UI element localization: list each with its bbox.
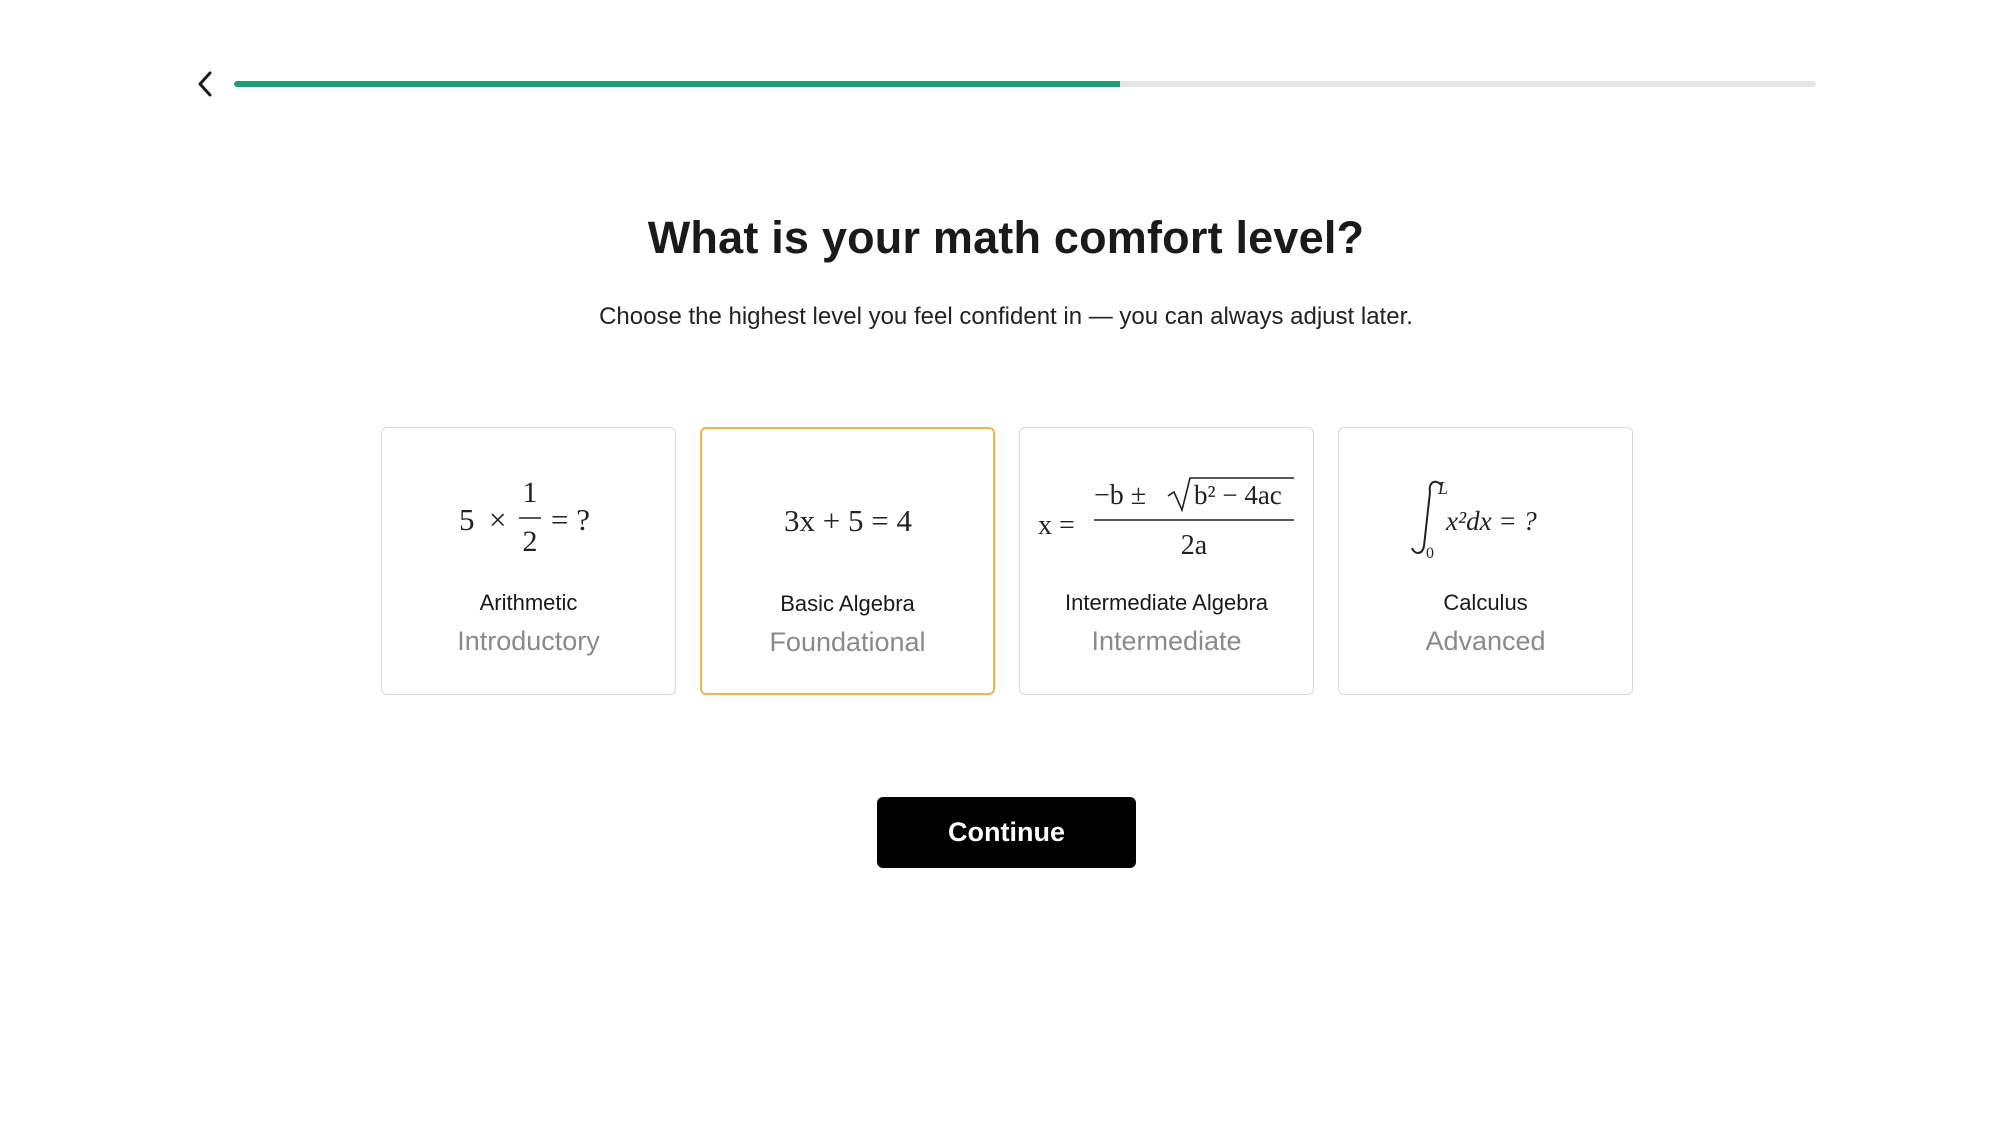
page-subtitle: Choose the highest level you feel confid…	[599, 303, 1413, 330]
formula-text: 2	[522, 525, 537, 558]
formula-text: 3x + 5 = 4	[784, 503, 912, 538]
formula-text: 1	[522, 476, 537, 509]
level-options: 5 × 1 2 = ? Arithmetic Introductory 3x +…	[381, 427, 1633, 695]
formula-text: L	[1437, 478, 1448, 498]
back-button[interactable]	[190, 66, 222, 102]
formula-intermediate-algebra: x = −b ± b² − 4ac 2a	[1020, 458, 1313, 568]
formula-text: −b ±	[1094, 480, 1146, 511]
formula-text: x =	[1038, 510, 1075, 541]
onboarding-page: What is your math comfort level? Choose …	[0, 0, 2000, 1124]
progress-bar	[234, 81, 1816, 87]
option-level: Introductory	[457, 626, 600, 656]
option-name: Arithmetic	[479, 590, 578, 615]
formula-text: = ?	[551, 502, 590, 537]
formula-calculus: L 0 x²dx = ?	[1339, 458, 1632, 568]
formula-arithmetic: 5 × 1 2 = ?	[382, 458, 675, 568]
formula-text: ×	[489, 502, 506, 537]
option-level: Advanced	[1425, 626, 1546, 656]
option-card-intermediate-algebra[interactable]: x = −b ± b² − 4ac 2a Intermediate Algebr…	[1019, 427, 1314, 695]
option-level: Intermediate	[1091, 626, 1242, 656]
formula-basic-algebra: 3x + 5 = 4	[702, 459, 993, 569]
option-name: Basic Algebra	[780, 591, 915, 616]
progress-bar-fill	[234, 81, 1120, 87]
formula-text: x²dx = ?	[1445, 506, 1537, 536]
option-name: Calculus	[1443, 590, 1528, 615]
option-card-calculus[interactable]: L 0 x²dx = ? Calculus Advanced	[1338, 427, 1633, 695]
chevron-left-icon	[198, 71, 212, 97]
option-level: Foundational	[769, 627, 926, 657]
page-title: What is your math comfort level?	[647, 212, 1365, 263]
option-card-arithmetic[interactable]: 5 × 1 2 = ? Arithmetic Introductory	[381, 427, 676, 695]
option-name: Intermediate Algebra	[1064, 590, 1269, 615]
option-card-basic-algebra[interactable]: 3x + 5 = 4 Basic Algebra Foundational	[700, 427, 995, 695]
formula-text: 2a	[1180, 530, 1207, 561]
formula-text: 5	[459, 502, 475, 537]
formula-text: 0	[1426, 545, 1434, 562]
continue-button[interactable]: Continue	[877, 797, 1136, 868]
formula-text: b² − 4ac	[1194, 480, 1282, 510]
